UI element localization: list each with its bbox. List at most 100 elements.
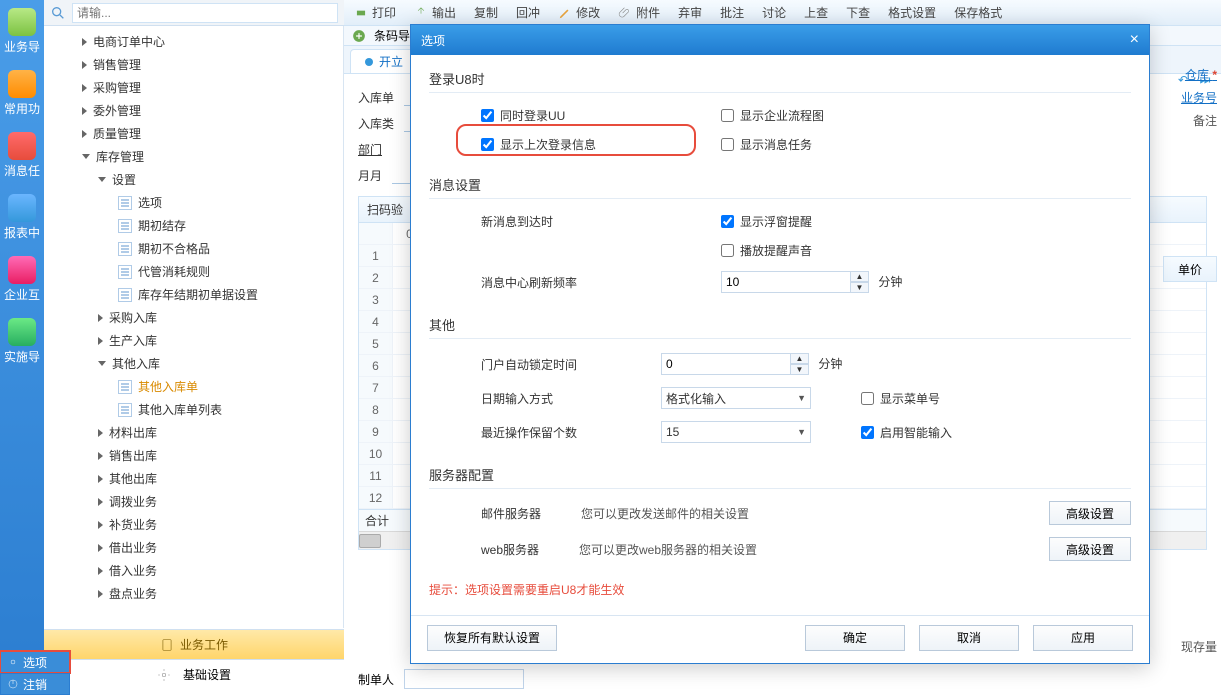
lock-spinner[interactable]: ▲▼: [661, 353, 809, 375]
leftbar-item-3[interactable]: 报表中: [0, 186, 44, 248]
tree-leaf[interactable]: 库存年结期初单据设置: [78, 283, 343, 306]
spin-down-icon[interactable]: ▼: [791, 364, 809, 375]
tree-branch[interactable]: 借出业务: [78, 536, 343, 559]
tree-label: 期初结存: [138, 217, 186, 234]
field-dept[interactable]: 部门: [358, 141, 382, 158]
chk-play-sound[interactable]: 播放提醒声音: [721, 242, 1131, 259]
tree-leaf[interactable]: 选项: [78, 191, 343, 214]
refresh-spinner[interactable]: ▲▼: [721, 271, 869, 293]
app-icon: [8, 318, 36, 346]
copy-button[interactable]: 复制: [474, 4, 498, 21]
advanced-mail-button[interactable]: 高级设置: [1049, 501, 1131, 525]
row-index: 9: [359, 421, 393, 442]
print-button[interactable]: 打印: [354, 4, 396, 21]
saveformat-button[interactable]: 保存格式: [954, 4, 1002, 21]
tree-branch[interactable]: 其他入库: [78, 352, 343, 375]
cancel-button[interactable]: 取消: [919, 625, 1019, 651]
output-button[interactable]: 输出: [414, 4, 456, 21]
chk-show-flow[interactable]: 显示企业流程图: [721, 107, 1131, 124]
tree-branch[interactable]: 采购入库: [78, 306, 343, 329]
tree-branch[interactable]: 其他出库: [78, 467, 343, 490]
nav-tree[interactable]: 电商订单中心销售管理采购管理委外管理质量管理库存管理设置选项期初结存期初不合格品…: [78, 26, 344, 628]
tree-branch[interactable]: 盘点业务: [78, 582, 343, 605]
tree-branch[interactable]: 委外管理: [78, 99, 343, 122]
tree-branch[interactable]: 设置: [78, 168, 343, 191]
dialog-body: 登录U8时 同时登录UU 显示企业流程图 显示上次登录信息 显示消息任务 消息设…: [411, 55, 1149, 615]
leftbar-label: 业务导: [4, 38, 40, 55]
tree-leaf[interactable]: 期初不合格品: [78, 237, 343, 260]
tree-branch[interactable]: 补货业务: [78, 513, 343, 536]
advanced-web-button[interactable]: 高级设置: [1049, 537, 1131, 561]
tree-leaf[interactable]: 其他入库单列表: [78, 398, 343, 421]
down-query-button[interactable]: 下查: [846, 4, 870, 21]
discuss-button[interactable]: 讨论: [762, 4, 786, 21]
tree-leaf[interactable]: 其他入库单: [78, 375, 343, 398]
search-row: [44, 0, 344, 26]
leftbar-item-2[interactable]: 消息任: [0, 124, 44, 186]
stock-label[interactable]: 现存量: [1181, 638, 1217, 655]
tree-branch[interactable]: 调拨业务: [78, 490, 343, 513]
leftbar-item-0[interactable]: 业务导: [0, 0, 44, 62]
tab-basic-settings[interactable]: 基础设置: [44, 659, 344, 689]
chk-smart-input[interactable]: 启用智能输入: [861, 424, 1131, 441]
tree-leaf[interactable]: 代管消耗规则: [78, 260, 343, 283]
options-button[interactable]: 选项: [0, 651, 70, 673]
lbl-keep: 最近操作保留个数: [481, 424, 661, 441]
tree-branch[interactable]: 材料出库: [78, 421, 343, 444]
chk-show-last-login[interactable]: 显示上次登录信息: [481, 136, 721, 153]
doc-icon: [118, 288, 132, 302]
tab-business-work[interactable]: 业务工作: [44, 629, 344, 659]
chk-show-menu-no[interactable]: 显示菜单号: [861, 390, 1131, 407]
leftbar-item-4[interactable]: 企业互: [0, 248, 44, 310]
ok-button[interactable]: 确定: [805, 625, 905, 651]
attach-button[interactable]: 附件: [618, 4, 660, 21]
lock-input[interactable]: [661, 353, 791, 375]
toolbar: 打印 输出 复制 回冲 修改 附件 弃审 批注 讨论 上查 下查 格式设置 保存…: [344, 0, 1221, 26]
restart-tip: 提示：选项设置需要重启U8才能生效: [429, 581, 1131, 598]
spin-up-icon[interactable]: ▲: [851, 271, 869, 282]
doc-icon: [160, 638, 174, 652]
chk-float-remind[interactable]: 显示浮窗提醒: [721, 213, 1131, 230]
leftbar-item-1[interactable]: 常用功: [0, 62, 44, 124]
lbl-refresh: 消息中心刷新频率: [481, 274, 721, 291]
logout-button[interactable]: 注销: [0, 673, 70, 695]
dialog-titlebar[interactable]: 选项 ×: [411, 25, 1149, 55]
chk-login-uu[interactable]: 同时登录UU: [481, 107, 721, 124]
tree-branch[interactable]: 销售出库: [78, 444, 343, 467]
maker-input[interactable]: [404, 669, 524, 689]
tree-branch[interactable]: 生产入库: [78, 329, 343, 352]
spin-up-icon[interactable]: ▲: [791, 353, 809, 364]
withdraw-button[interactable]: 回冲: [516, 4, 540, 21]
keep-combo[interactable]: 15▼: [661, 421, 811, 443]
tab-open[interactable]: 开立: [350, 49, 418, 73]
link-store[interactable]: 仓库 *: [1185, 66, 1217, 83]
dateinput-combo[interactable]: 格式化输入▼: [661, 387, 811, 409]
modify-button[interactable]: 修改: [558, 4, 600, 21]
tree-branch[interactable]: 销售管理: [78, 53, 343, 76]
link-bizno[interactable]: 业务号: [1181, 89, 1217, 106]
close-icon[interactable]: ×: [1130, 31, 1139, 49]
format-button[interactable]: 格式设置: [888, 4, 936, 21]
plus-icon[interactable]: [352, 29, 366, 43]
chk-show-msg-task[interactable]: 显示消息任务: [721, 136, 1131, 153]
tree-branch[interactable]: 采购管理: [78, 76, 343, 99]
refresh-input[interactable]: [721, 271, 851, 293]
tree-leaf[interactable]: 期初结存: [78, 214, 343, 237]
scroll-thumb[interactable]: [359, 534, 381, 548]
tree-branch[interactable]: 电商订单中心: [78, 30, 343, 53]
tree-branch[interactable]: 库存管理: [78, 145, 343, 168]
discard-button[interactable]: 弃审: [678, 4, 702, 21]
row-index: 10: [359, 443, 393, 464]
apply-button[interactable]: 应用: [1033, 625, 1133, 651]
restore-defaults-button[interactable]: 恢复所有默认设置: [427, 625, 557, 651]
row-index: 12: [359, 487, 393, 508]
row-index: 5: [359, 333, 393, 354]
search-input[interactable]: [72, 3, 338, 23]
batch-button[interactable]: 批注: [720, 4, 744, 21]
leftbar-item-5[interactable]: 实施导: [0, 310, 44, 372]
spin-down-icon[interactable]: ▼: [851, 282, 869, 293]
doc-icon: [118, 219, 132, 233]
tree-branch[interactable]: 质量管理: [78, 122, 343, 145]
tree-branch[interactable]: 借入业务: [78, 559, 343, 582]
up-query-button[interactable]: 上查: [804, 4, 828, 21]
